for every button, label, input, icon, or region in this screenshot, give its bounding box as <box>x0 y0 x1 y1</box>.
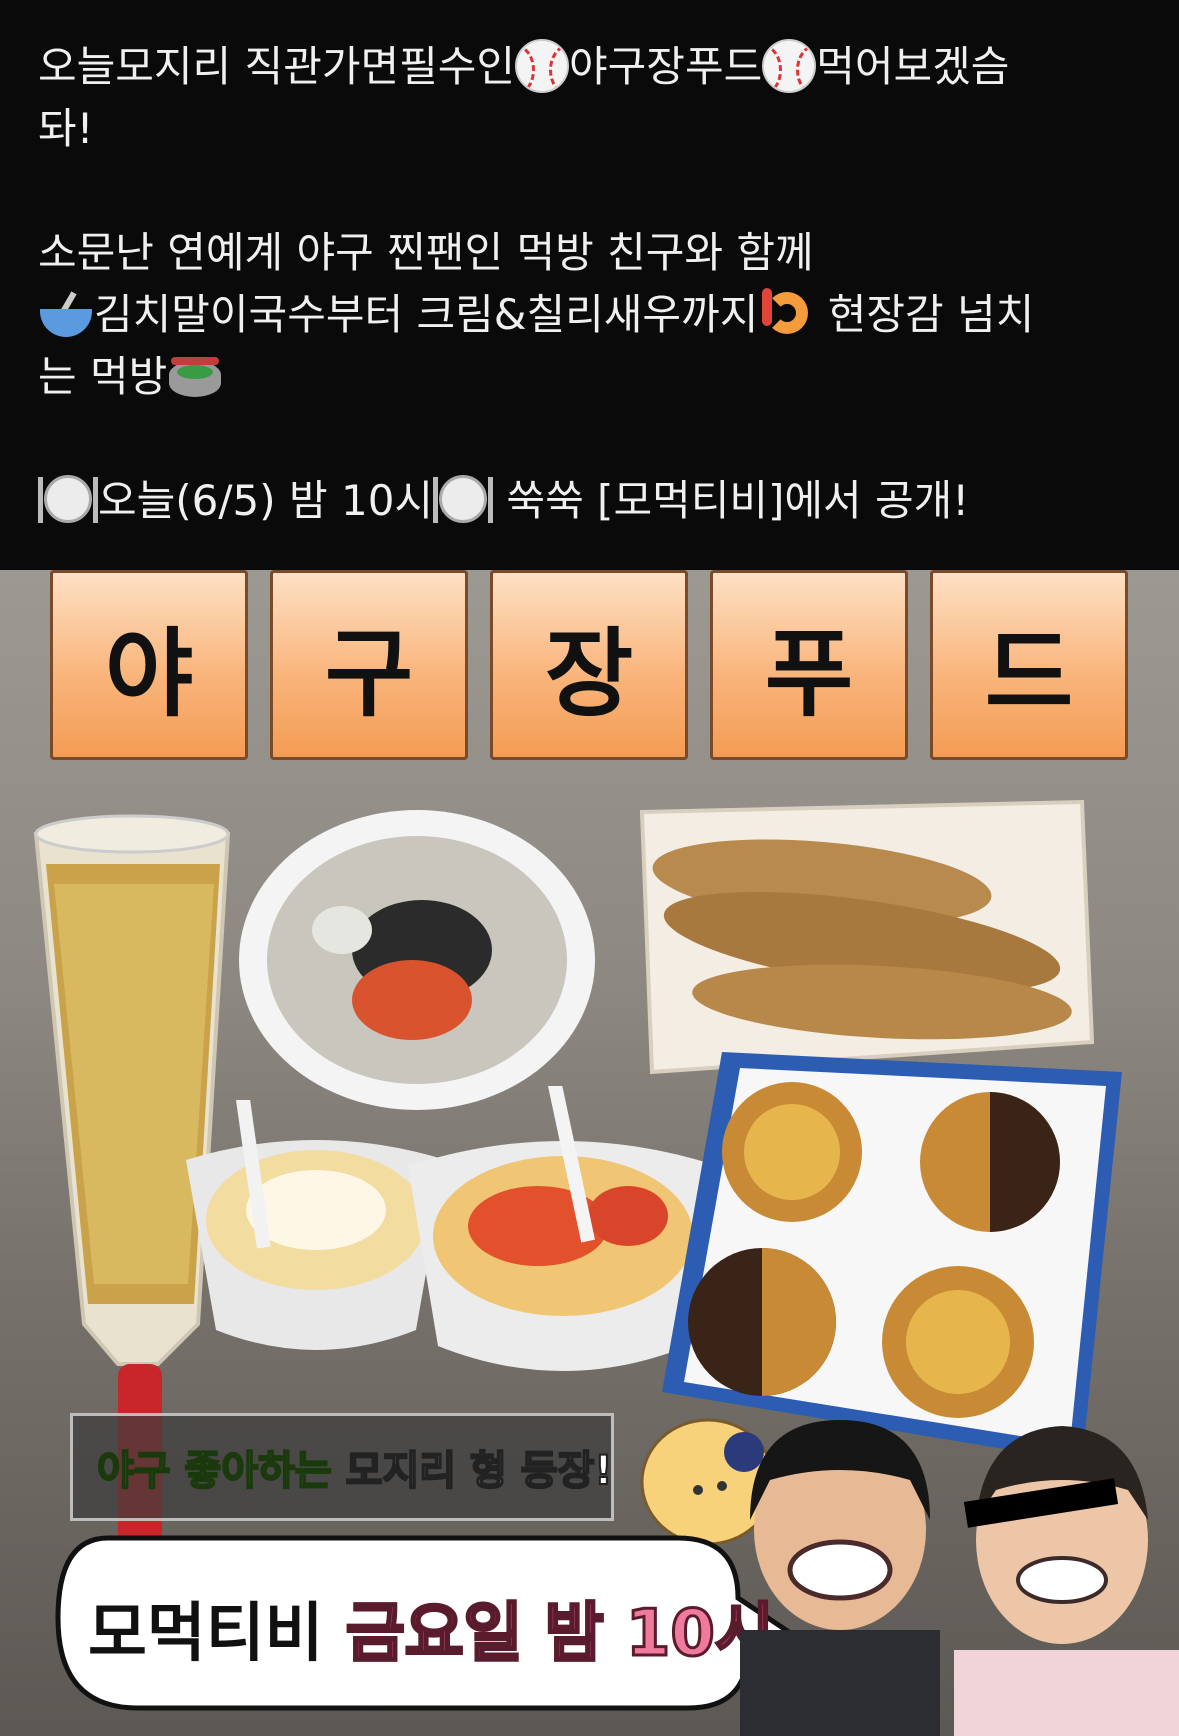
caption-text: 오늘모지리 직관가면필수인 <box>38 42 516 91</box>
title-tile: 야 <box>50 570 248 760</box>
caption-text: 쑥쑥 [모먹티비]에서 공개! <box>493 476 970 525</box>
caption-line-3: 소문난 연예계 야구 찐팬인 먹방 친구와 함께 <box>38 228 814 277</box>
title-tile: 푸 <box>710 570 908 760</box>
channel-name-text: 모먹티비 <box>88 1597 324 1671</box>
thumbnail-title: 야 구 장 푸 드 <box>50 570 1130 762</box>
video-thumbnail[interactable]: 야 구 장 푸 드 야구 좋아하는 모지리 형 등장! 모먹티비 금요일 밤 1… <box>0 570 1179 1736</box>
caption-line-1: 오늘모지리 직관가면필수인 야구장푸드 먹어보겠슴 <box>38 36 1143 98</box>
schedule-text: 금요일 밤 10시 <box>323 1596 775 1673</box>
host-person-image <box>740 1420 940 1736</box>
plate-with-cutlery-icon <box>433 473 494 527</box>
kimchi-noodle-image <box>239 810 595 1110</box>
post-caption: 오늘모지리 직관가면필수인 야구장푸드 먹어보겠슴 돠! 소문난 연예계 야구 찐팬… <box>0 0 1179 570</box>
caption-text: 현장감 넘치 <box>814 290 1035 339</box>
title-tile: 구 <box>270 570 468 760</box>
caption-green-text: 야구 좋아하는 <box>96 1447 333 1495</box>
caption-line-2: 돠! <box>38 104 94 153</box>
baseball-icon <box>515 38 570 93</box>
caption-line-4: 김치말이국수부터 크림&칠리새우까지 현장감 넘치 <box>38 284 1143 346</box>
caption-line-5: 는 먹방 <box>38 346 1143 408</box>
guest-person-image <box>954 1426 1179 1736</box>
caption-text: 야구장푸드 <box>569 42 763 91</box>
stadium-icon <box>167 351 223 401</box>
broadcast-time: 모먹티비 금요일 밤 10시 <box>88 1582 775 1674</box>
title-tile: 드 <box>930 570 1128 760</box>
caption-white-text: 모지리 형 등장! <box>331 1447 614 1495</box>
caption-text: 는 먹방 <box>38 352 168 401</box>
caption-text: 먹어보겠슴 <box>816 42 1010 91</box>
guest-caption: 야구 좋아하는 모지리 형 등장! <box>70 1413 614 1521</box>
fried-shrimp-icon <box>758 286 814 342</box>
caption-line-6: 오늘(6/5) 밤 10시 쑥쑥 [모먹티비]에서 공개! <box>38 470 1143 532</box>
fried-shrimp-box-image <box>639 799 1095 1075</box>
caption-text: 김치말이국수부터 크림&칠리새우까지 <box>94 290 759 339</box>
bowl-with-spoon-icon <box>38 289 94 339</box>
baseball-icon <box>762 38 817 93</box>
plate-with-cutlery-icon <box>38 473 98 527</box>
title-tile: 장 <box>490 570 688 760</box>
caption-text: 오늘(6/5) 밤 10시 <box>98 476 434 525</box>
